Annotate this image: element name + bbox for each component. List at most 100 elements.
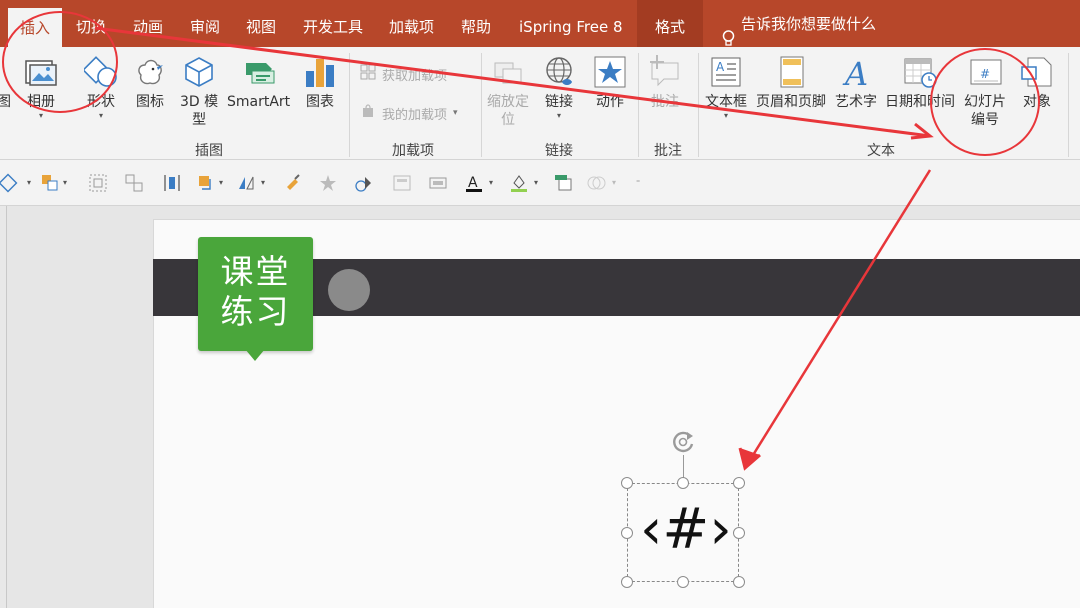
action-button[interactable]: 动作	[593, 47, 627, 111]
date-time-button[interactable]: 日期和时间	[885, 47, 955, 111]
my-addins-label: 我的加载项	[382, 107, 448, 123]
slide-number-button[interactable]: # 幻灯片 编号	[964, 47, 1006, 129]
action-label: 动作	[596, 94, 624, 110]
quick-styles-icon[interactable]	[553, 173, 573, 193]
action-icon	[593, 55, 627, 89]
zoom-button[interactable]: 缩放定 位	[487, 47, 529, 129]
tab-insert[interactable]: 插入	[8, 8, 63, 47]
lesson-badge[interactable]: 课堂 练习	[198, 237, 313, 351]
chart-button[interactable]: 图表	[303, 47, 337, 111]
chevron-down-icon[interactable]: ▾	[261, 178, 265, 187]
icons-button[interactable]: 图标	[133, 47, 167, 111]
lightbulb-icon	[722, 15, 735, 46]
resize-handle[interactable]	[621, 477, 633, 489]
object-icon	[1020, 55, 1054, 89]
animation-icon[interactable]	[353, 173, 373, 193]
group-label-illustrations: 插图	[195, 143, 223, 159]
tab-help[interactable]: 帮助	[461, 0, 491, 47]
ungroup-icon[interactable]	[124, 173, 144, 193]
rotate-icon[interactable]	[670, 428, 698, 456]
comment-label: 批注	[651, 94, 679, 110]
chevron-down-icon[interactable]: ▾	[219, 178, 223, 187]
album-button[interactable]: 相册 ▾	[24, 47, 58, 121]
link-button[interactable]: 链接 ▾	[542, 47, 576, 121]
group-separator	[698, 53, 699, 157]
effects-icon[interactable]	[318, 173, 338, 193]
slide-number-text[interactable]: ‹#›	[640, 495, 732, 565]
3d-model-icon	[182, 55, 216, 89]
tab-format[interactable]: 格式	[637, 0, 704, 47]
chevron-down-icon[interactable]: ▾	[63, 178, 67, 187]
tab-developer[interactable]: 开发工具	[303, 0, 363, 47]
tab-review[interactable]: 审阅	[190, 0, 220, 47]
header-footer-label: 页眉和页脚	[756, 94, 826, 110]
font-color-icon[interactable]: A	[464, 173, 484, 193]
get-addins-label: 获取加载项	[382, 68, 448, 84]
3d-model-button[interactable]: 3D 模 型	[180, 47, 218, 129]
rotate-shape-icon[interactable]	[236, 173, 256, 193]
group-label-addins: 加载项	[392, 143, 434, 159]
ribbon-tab-bar: 插入 切换 动画 审阅 视图 开发工具 加载项 帮助 iSpring Free …	[0, 0, 1080, 47]
pictures-label: 图	[0, 94, 11, 110]
group-separator	[638, 53, 639, 157]
group-icon[interactable]	[88, 173, 108, 193]
date-time-label: 日期和时间	[885, 94, 955, 110]
resize-handle[interactable]	[733, 576, 745, 588]
header-footer-button[interactable]: 页眉和页脚	[756, 47, 826, 111]
bring-forward-icon[interactable]	[196, 173, 216, 193]
chevron-down-icon[interactable]: ▾	[612, 178, 616, 187]
resize-handle[interactable]	[677, 576, 689, 588]
customize-toolbar-icon[interactable]: ⁼	[636, 178, 640, 187]
wordart-icon: A	[839, 55, 873, 93]
pictures-button[interactable]: 图	[0, 47, 12, 111]
svg-text:A: A	[468, 175, 478, 191]
tab-addins[interactable]: 加载项	[389, 0, 434, 47]
chevron-down-icon: ▾	[98, 111, 103, 120]
shapes-icon	[82, 55, 118, 89]
merge-shapes-icon[interactable]	[586, 173, 606, 193]
album-label: 相册	[27, 94, 55, 110]
my-addins-button[interactable]: 我的加载项 ▾	[360, 103, 458, 123]
svg-text:#: #	[980, 67, 990, 81]
thumbnail-pane-edge	[0, 206, 7, 608]
tab-animations[interactable]: 动画	[133, 0, 163, 47]
align-icon[interactable]	[162, 173, 182, 193]
chevron-down-icon: ▾	[723, 111, 728, 120]
shapes-button[interactable]: 形状 ▾	[82, 47, 118, 121]
resize-handle[interactable]	[621, 527, 633, 539]
textbox-icon: A	[709, 55, 743, 89]
tab-transitions[interactable]: 切换	[76, 0, 106, 47]
object-button[interactable]: 对象	[1020, 47, 1054, 111]
slide-layout-icon[interactable]	[392, 173, 412, 193]
link-icon	[542, 55, 576, 89]
icons-icon	[133, 55, 167, 89]
slide-number-icon: #	[968, 55, 1002, 89]
arrange-icon[interactable]	[40, 173, 60, 193]
textbox-label: 文本框	[705, 94, 747, 110]
format-toolbar: ▾ ▾ ▾ ▾ A ▾ ▾ ▾ ⁼	[0, 160, 1080, 206]
resize-handle[interactable]	[733, 477, 745, 489]
chevron-down-icon: ▾	[453, 108, 458, 118]
smartart-button[interactable]: SmartArt	[227, 47, 290, 111]
chevron-down-icon[interactable]: ▾	[534, 178, 538, 187]
screen-icon[interactable]	[428, 173, 448, 193]
shape-fill-icon[interactable]	[0, 173, 20, 193]
textbox-button[interactable]: A 文本框 ▾	[705, 47, 747, 121]
wordart-button[interactable]: A 艺术字	[835, 47, 877, 111]
chevron-down-icon[interactable]: ▾	[27, 178, 31, 187]
resize-handle[interactable]	[733, 527, 745, 539]
format-painter-icon[interactable]	[283, 173, 303, 193]
tab-ispring[interactable]: iSpring Free 8	[519, 0, 622, 47]
resize-handle[interactable]	[677, 477, 689, 489]
group-label-comments: 批注	[654, 143, 682, 159]
get-addins-button[interactable]: 获取加载项	[360, 64, 447, 84]
fill-color-icon[interactable]	[509, 173, 529, 193]
chevron-down-icon: ▾	[556, 111, 561, 120]
tell-me-search[interactable]: 告诉我你想要做什么	[722, 0, 876, 47]
comment-button[interactable]: 批注	[648, 47, 682, 111]
date-time-icon	[903, 55, 937, 89]
resize-handle[interactable]	[621, 576, 633, 588]
svg-text:A: A	[842, 55, 868, 89]
chevron-down-icon[interactable]: ▾	[489, 178, 493, 187]
tab-view[interactable]: 视图	[246, 0, 276, 47]
